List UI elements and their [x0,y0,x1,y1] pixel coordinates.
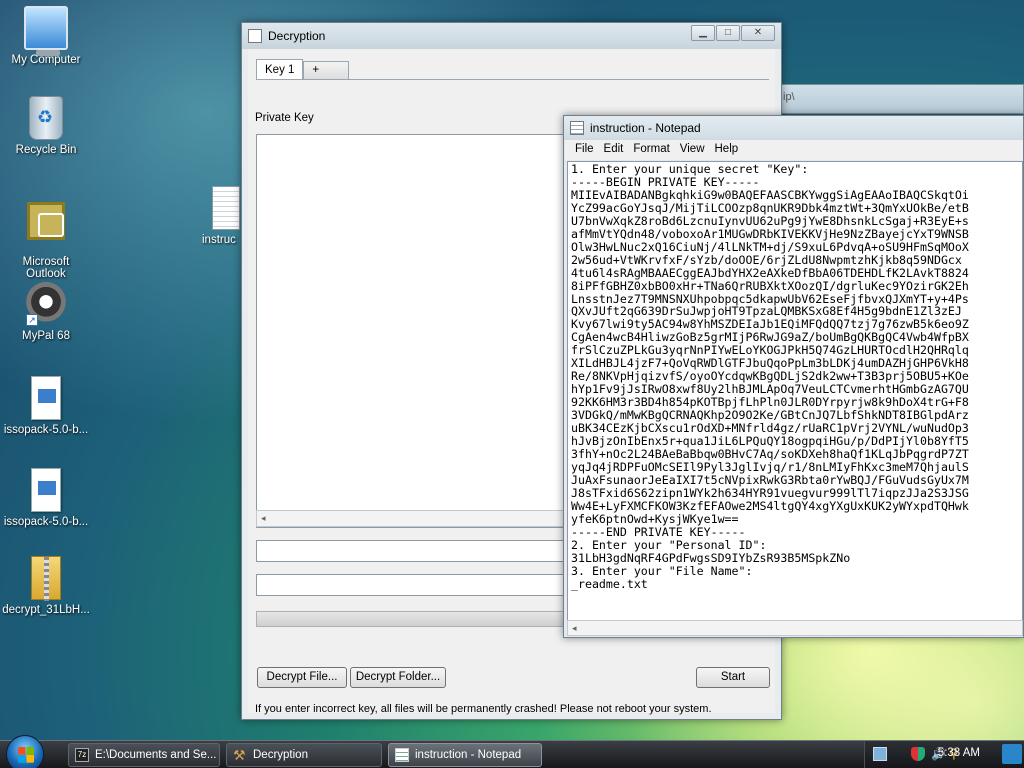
mypal-icon: ↗ [24,282,68,326]
desktop-icon-decrypt-zip[interactable]: decrypt_31LbH... [1,556,91,616]
desktop-icon-label: instruc [202,234,236,246]
key-tabs: Key 1 + [256,59,350,80]
notepad-horizontal-scrollbar[interactable]: ◂ [567,620,1023,636]
window-title: instruction - Notepad [590,121,701,135]
taskbar-item-decryption[interactable]: ⚒ Decryption [226,743,382,767]
shortcut-arrow-icon: ↗ [26,314,38,326]
notepad-menubar: File Edit Format View Help [565,140,1023,160]
system-tray: 🔊 ⚲ 5:38 AM [864,741,1024,768]
desktop-icon-issopack-2[interactable]: issopack-5.0-b... [1,468,91,528]
notepad-text-line: 4tu6l4sRAgMBAAECggEAJbdYHX2eAXkeDfBbA06T… [571,265,969,280]
decrypt-folder-button[interactable]: Decrypt Folder... [350,667,446,688]
notepad-text-line: -----BEGIN PRIVATE KEY----- [571,174,760,189]
taskbar-item-explorer[interactable]: 7z E:\Documents and Se... [68,743,220,767]
maximize-button[interactable]: □ [716,25,740,41]
network-icon[interactable] [873,747,887,761]
clock[interactable]: 5:38 AM [938,747,980,759]
desktop-icon-mypal[interactable]: ↗ MyPal 68 [1,282,91,342]
private-key-label: Private Key [255,112,314,124]
desktop-icon-label: decrypt_31LbH... [2,604,90,616]
notepad-text-line: 31LbH3gdNqRF4GPdFwgsSD9IYbZsR93B5MSpkZNo [571,550,851,565]
window-controls: ▁ □ ✕ [691,25,775,41]
notepad-icon [395,748,409,762]
minimize-button[interactable]: ▁ [691,25,715,41]
menu-file[interactable]: File [571,140,600,160]
desktop-icon-outlook[interactable]: Microsoft Outlook [1,190,91,292]
7zip-icon: 7z [75,748,89,762]
background-explorer-window[interactable]: ip\ [780,84,1024,114]
start-button[interactable] [6,735,44,768]
desktop-icon-label: MyPal 68 [22,330,70,342]
notepad-text-line: Ww4E+LyFXMCFKOW3KzfEFAOwe2MS4ltgQY4xgYXg… [571,498,969,513]
notepad-text-line: JuAxFsunaorJeEaIXI7t5cNVpixRwkG3Rbta0rYw… [571,472,969,487]
menu-edit[interactable]: Edit [600,140,630,160]
tab-key-1[interactable]: Key 1 [256,59,304,80]
window-title: Decryption [268,29,326,43]
close-button[interactable]: ✕ [741,25,775,41]
notepad-text-line: _readme.txt [571,576,648,591]
tab-divider [256,79,769,80]
notepad-text-line: yqJq4jRDPFuOMcSEIl9Pyl3JglIvjq/r1/8nLMIy… [571,459,969,474]
notepad-icon [570,121,584,135]
menu-view[interactable]: View [676,140,711,160]
notepad-text-line: 8iPFfGBHZ0xbBO0xHr+TNa6QrRUBXktXOozQI/dg… [571,278,969,293]
notepad-text-line: 3. Enter your "File Name": [571,563,753,578]
notepad-text-line: -----END PRIVATE KEY----- [571,524,746,539]
decrypt-file-button[interactable]: Decrypt File... [257,667,347,688]
warning-text: If you enter incorrect key, all files wi… [255,703,712,715]
text-file-icon [212,186,240,230]
desktop-icon-my-computer[interactable]: My Computer [1,6,91,66]
menu-format[interactable]: Format [629,140,675,160]
notepad-text-line: J8sTFxid6S62zipn1WYk2h634HYR91vuegvur999… [571,485,969,500]
notepad-text-line: 2w56ud+VtWKrvfxF/sYzb/doOOE/6rjZLdU8Nwpm… [571,252,962,267]
notepad-text-line: 2. Enter your "Personal ID": [571,537,767,552]
hammer-icon: ⚒ [233,747,246,763]
tab-add-key[interactable]: + [303,61,350,80]
notepad-text-area[interactable]: 1. Enter your unique secret "Key": -----B… [567,161,1023,621]
private-key-textarea[interactable] [256,134,576,528]
shield-icon[interactable] [911,747,925,761]
menu-help[interactable]: Help [711,140,745,160]
desktop-icon-label: Microsoft Outlook [22,256,70,280]
outlook-icon [27,202,65,240]
notepad-text-line: 3fhY+nOc2L24BAeBaBbqw0BHvC7Aq/soKDXeh8ha… [571,446,969,461]
desktop-icon-label: Recycle Bin [15,144,77,156]
taskbar-item-notepad[interactable]: instruction - Notepad [388,743,542,767]
installer-icon [31,468,61,512]
installer-icon [31,376,61,420]
window-app-icon [248,29,262,43]
decryption-titlebar[interactable]: Decryption ▁ □ ✕ [242,23,781,49]
start-button[interactable]: Start [696,667,770,688]
taskbar-item-label: instruction - Notepad [415,749,522,761]
notepad-titlebar[interactable]: instruction - Notepad [564,116,1023,140]
notepad-text-line: yfeK6ptnOwd+KysjWKye1w== [571,511,739,526]
taskbar-item-label: E:\Documents and Se... [95,749,217,761]
notepad-text-line: YcZ99acGoYJsqJ/MijTiLCOOzp8qnUKR9Dbk4mzt… [571,200,969,215]
address-fragment: ip\ [783,91,795,103]
private-key-horizontal-scrollbar[interactable]: ◂ [256,510,576,527]
notepad-text-line: Olw3HwLNuc2xQ16CiuNj/4lLNkTM+dj/S9xuL6Pd… [571,239,969,254]
desktop-icon-label: issopack-5.0-b... [3,424,89,436]
desktop-icon-label: issopack-5.0-b... [3,516,89,528]
personal-id-field[interactable] [256,540,576,562]
decryption-progress-bar [256,611,576,627]
notepad-text-line: 1. Enter your unique secret "Key": [571,162,809,176]
recycle-bin-icon [29,96,63,140]
notepad-text-line: U7bnVwXqkZ8roBd6LzcnuIynvUU62uPg9jYwE8Dh… [571,213,969,228]
desktop-icon-instruction[interactable]: instruc [182,186,242,246]
notepad-text-line: MIIEvAIBADANBgkqhkiG9w0BAQEFAASCBKYwggSi… [571,187,969,202]
desktop-icon-issopack-1[interactable]: issopack-5.0-b... [1,376,91,436]
show-desktop-button[interactable] [1002,744,1022,764]
notepad-window[interactable]: instruction - Notepad File Edit Format V… [563,115,1024,638]
file-name-field[interactable] [256,574,576,596]
notepad-text-line: afMmVtYQdn48/voboxoAr1MUGwDRbKIVEKKVjHe9… [571,226,969,241]
taskbar-item-label: Decryption [253,749,308,761]
computer-icon [24,6,68,56]
taskbar: 7z E:\Documents and Se... ⚒ Decryption i… [0,735,1024,768]
zip-archive-icon [31,556,61,601]
desktop-icon-recycle-bin[interactable]: Recycle Bin [1,96,91,156]
